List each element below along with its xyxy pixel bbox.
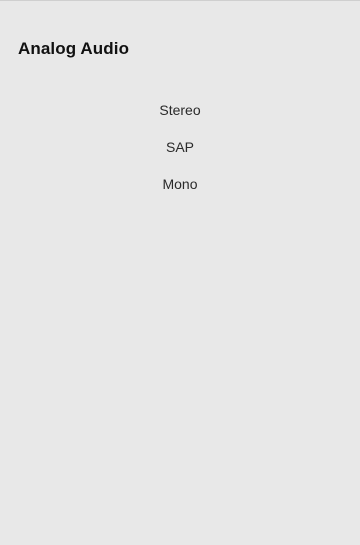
option-stereo[interactable]: Stereo [0,99,360,136]
audio-mode-list: Stereo SAP Mono [0,99,360,210]
option-mono[interactable]: Mono [0,173,360,210]
analog-audio-screen: Analog Audio Stereo SAP Mono [0,0,360,545]
option-sap[interactable]: SAP [0,136,360,173]
page-title: Analog Audio [18,39,130,58]
